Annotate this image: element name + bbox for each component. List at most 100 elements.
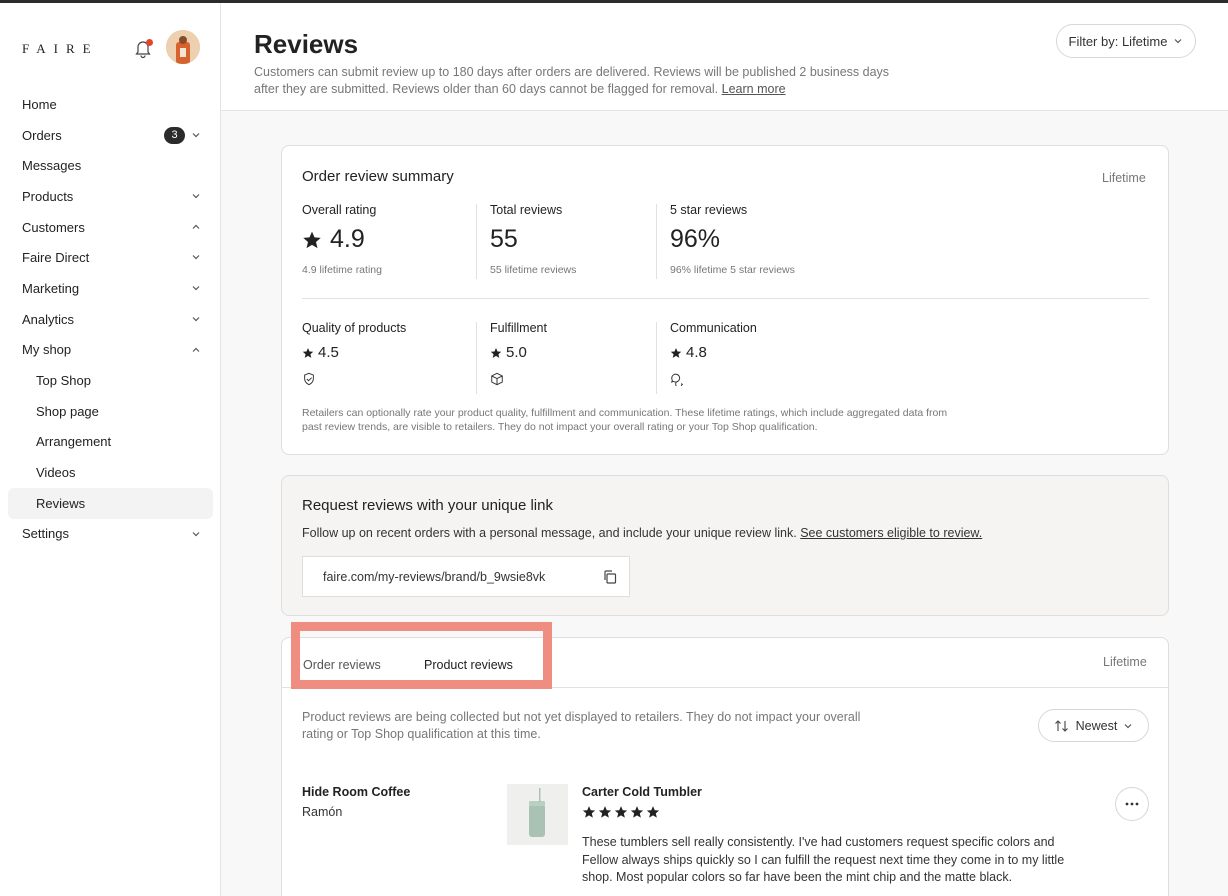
sidebar-item-label: Messages [22,158,82,174]
product-thumbnail[interactable] [507,784,568,845]
divider [656,204,657,279]
communication-value: 4.8 [686,344,707,361]
review-user-name: Ramón [302,805,343,819]
brand-row: FAIRE [22,30,200,67]
sort-dropdown[interactable]: Newest [1038,709,1149,742]
star-icon [670,347,682,358]
sidebar-item-customers[interactable]: Customers [8,212,213,243]
sidebar-item-label: Arrangement [36,434,112,450]
sidebar-item-my-shop[interactable]: My shop [8,335,213,366]
sidebar-item-label: Products [22,188,74,204]
order-review-summary-card: Order review summary Lifetime Overall ra… [281,145,1169,455]
reviews-period: Lifetime [1103,655,1147,669]
copy-icon[interactable] [602,569,618,585]
sidebar-item-label: Videos [36,465,76,481]
sidebar-item-label: Analytics [22,311,75,327]
divider [476,322,477,394]
sidebar: FAIRE Home Orders 3 Messages Products Cu… [0,3,221,896]
review-rating-stars [582,805,660,819]
main-content: Order review summary Lifetime Overall ra… [221,111,1228,896]
metric-label: Quality of products [302,321,407,335]
chevron-down-icon [192,255,200,260]
metric-sub: 96% lifetime 5 star reviews [670,264,795,276]
learn-more-link[interactable]: Learn more [722,82,786,96]
faire-logo[interactable]: FAIRE [22,41,99,57]
quality-value: 4.5 [318,344,339,361]
sidebar-item-messages[interactable]: Messages [8,150,213,181]
metric-value: 4.5 [302,344,406,361]
review-product-name[interactable]: Carter Cold Tumbler [582,785,702,799]
shield-check-icon [304,372,314,386]
overall-rating-value: 4.9 [330,225,365,253]
summary-title: Order review summary [302,168,454,185]
chevron-down-icon [1124,723,1132,728]
review-store-name: Hide Room Coffee [302,785,411,799]
star-icon [598,806,612,818]
sidebar-item-faire-direct[interactable]: Faire Direct [8,242,213,273]
total-reviews-metric: Total reviews 55 55 lifetime reviews [490,203,576,276]
star-icon [630,806,644,818]
summary-period: Lifetime [1102,171,1146,185]
metric-sub: 55 lifetime reviews [490,264,577,276]
chat-bubbles-icon [670,373,684,388]
metric-sub: 4.9 lifetime rating [302,264,382,276]
sidebar-item-label: Marketing [22,280,80,296]
sidebar-item-label: Customers [22,219,85,235]
sidebar-item-marketing[interactable]: Marketing [8,273,213,304]
chevron-down-icon [192,194,200,199]
page-title: Reviews [254,29,359,59]
ellipsis-icon [1125,802,1139,806]
sidebar-item-settings[interactable]: Settings [8,519,213,550]
review-link-field[interactable]: faire.com/my-reviews/brand/b_9wsie8vk [302,556,630,597]
sidebar-item-label: Settings [22,526,69,542]
sidebar-item-orders[interactable]: Orders 3 [8,120,213,151]
metric-label: Communication [670,321,757,335]
metric-label: 5 star reviews [670,203,748,217]
divider [302,298,1149,299]
filter-label: Filter by: Lifetime [1068,33,1168,49]
sidebar-item-home[interactable]: Home [8,89,213,120]
bell-icon[interactable] [132,37,154,59]
star-icon [646,806,660,818]
sidebar-item-label: Shop page [36,403,99,419]
review-link-url: faire.com/my-reviews/brand/b_9wsie8vk [323,569,546,584]
sidebar-item-top-shop[interactable]: Top Shop [8,365,213,396]
metric-value: 4.9 [302,225,382,254]
chevron-down-icon [192,316,200,322]
star-icon [302,347,314,358]
sidebar-item-arrangement[interactable]: Arrangement [8,427,213,458]
tabs-highlight-box [291,622,552,689]
communication-metric: Communication 4.8 [670,321,757,391]
sort-arrows-icon [1054,719,1068,732]
more-options-button[interactable] [1115,787,1149,821]
metric-value: 4.8 [670,344,757,361]
fulfillment-metric: Fulfillment 5.0 [490,321,547,391]
five-star-value: 96% [670,225,721,253]
quality-metric: Quality of products 4.5 [302,321,406,391]
sidebar-item-label: Top Shop [36,373,91,389]
sidebar-item-shop-page[interactable]: Shop page [8,396,213,427]
request-title: Request reviews with your unique link [302,497,553,514]
ratings-footnote: Retailers can optionally rate your produ… [302,407,948,433]
eligible-customers-link[interactable]: See customers eligible to review. [800,526,982,540]
orders-count-badge: 3 [164,126,185,144]
avatar[interactable] [166,30,200,64]
overall-rating-metric: Overall rating 4.9 4.9 lifetime rating [302,203,382,276]
sidebar-item-label: Reviews [36,495,86,511]
page-header: Reviews Customers can submit review up t… [221,3,1228,111]
chevron-down-icon [192,531,200,536]
request-description-text: Follow up on recent orders with a person… [302,526,797,540]
sidebar-item-analytics[interactable]: Analytics [8,304,213,335]
sidebar-item-label: My shop [22,342,72,358]
sidebar-nav: Home Orders 3 Messages Products Customer… [8,89,213,549]
sidebar-item-videos[interactable]: Videos [8,457,213,488]
sidebar-item-products[interactable]: Products [8,181,213,212]
fulfillment-value: 5.0 [506,344,527,361]
page-description-text: Customers can submit review up to 180 da… [254,65,890,96]
chevron-up-icon [192,224,200,229]
sidebar-item-reviews[interactable]: Reviews [8,487,213,519]
filter-dropdown[interactable]: Filter by: Lifetime [1056,24,1196,58]
chevron-up-icon [192,347,200,352]
star-icon [303,231,321,248]
five-star-reviews-metric: 5 star reviews 96% 96% lifetime 5 star r… [670,203,795,276]
